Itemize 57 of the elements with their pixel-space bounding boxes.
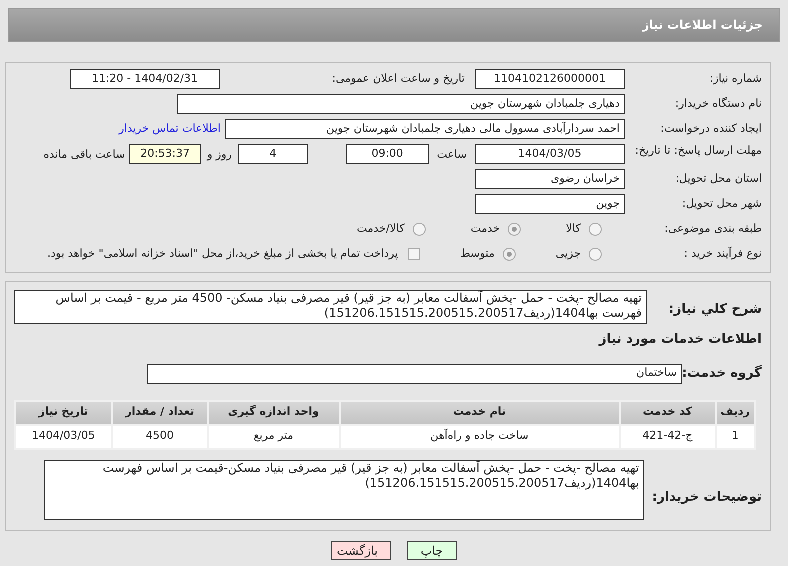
column-header: واحد اندازه گیری — [208, 400, 340, 424]
table-cell: 1 — [716, 424, 755, 448]
radio-button[interactable] — [589, 222, 602, 236]
text-field[interactable]: 4 — [238, 144, 308, 164]
section-title: اطلاعات خدمات مورد نیاز — [598, 331, 762, 349]
text-field[interactable]: 1104102126000001 — [475, 69, 625, 89]
field-label: گروه خدمت: — [682, 364, 762, 383]
table-cell: 4500 — [112, 424, 208, 448]
radio-label: کالا/خدمت — [357, 220, 405, 237]
field-label: ایجاد کننده درخواست: — [660, 120, 762, 137]
countdown-field[interactable]: 20:53:37 — [129, 144, 202, 164]
field-label: روز و — [207, 147, 232, 163]
notes-textarea[interactable]: تهیه مصالح -پخت - حمل -پخش آسفالت معابر (به جز قیر) قیر مصرفی بنیاد مسکن-قیمت بر اساس فهرست بها1404(ردیف151206.151515.200515.200517) — [44, 460, 644, 520]
column-header: نام خدمت — [340, 400, 620, 424]
back-button[interactable]: بازگشت — [331, 540, 391, 560]
text-field[interactable]: دهیاری جلمبادان شهرستان جوین — [177, 94, 625, 114]
field-label: نام دستگاه خریدار: — [674, 96, 762, 112]
text-field[interactable]: 1404/02/31 - 11:20 — [70, 69, 220, 89]
radio-label: خدمت — [470, 220, 500, 237]
radio-button[interactable] — [502, 248, 516, 260]
column-header: تعداد / مقدار — [112, 400, 208, 424]
text-field[interactable]: خراسان رضوی — [475, 169, 625, 189]
field-label: طبقه بندی موضوعی: — [664, 220, 762, 237]
field-label: ساعت — [437, 147, 467, 163]
radio-button[interactable] — [508, 222, 522, 236]
field-label: شهر محل تحویل: — [681, 196, 762, 212]
field-label: توضیحات خریدار: — [652, 488, 762, 506]
table-cell: ساخت جاده و راه‌آهن — [340, 424, 620, 448]
column-header: ردیف — [716, 400, 755, 424]
print-button[interactable]: چاپ — [407, 540, 457, 560]
field-label: ساعت باقی مانده — [44, 147, 126, 163]
field-label: نوع فرآیند خرید : — [683, 246, 762, 262]
radio-label: کالا — [566, 220, 581, 237]
field-label: استان محل تحویل: — [674, 170, 762, 187]
column-header: تاریخ نیاز — [15, 400, 112, 424]
radio-label: جزیی — [556, 246, 581, 262]
page-title: جزئیات اطلاعات نیاز — [642, 17, 763, 34]
checkbox-label: پرداخت تمام یا بخشی از مبلغ خرید،از محل "اسناد خزانه اسلامی" خواهد بود. — [48, 246, 398, 262]
radio-button[interactable] — [412, 222, 426, 236]
radio-button[interactable] — [589, 248, 602, 260]
column-header: کد خدمت — [620, 400, 716, 424]
checkbox[interactable] — [408, 248, 420, 260]
field-label: شماره نیاز: — [708, 70, 762, 87]
contact-link[interactable]: اطلاعات تماس خریدار — [119, 120, 221, 138]
table-cell: متر مربع — [208, 424, 340, 448]
text-field[interactable]: 1404/03/05 — [475, 144, 625, 164]
field-label: شرح کلي نياز: — [668, 301, 762, 319]
radio-label: متوسط — [460, 246, 495, 262]
summary-textarea[interactable]: تهیه مصالح -پخت - حمل -پخش آسفالت معابر (به جز قیر) قیر مصرفی بنیاد مسکن- 4500 متر مربع - قیمت بر اساس فهرست بها1404(ردیف151206.151515.200515.200517) — [14, 290, 647, 324]
text-field[interactable]: جوین — [475, 194, 625, 214]
text-field[interactable]: احمد سردارآبادی مسوول مالی دهیاری جلمبادان شهرستان جوین — [225, 119, 625, 139]
field-label: مهلت ارسال پاسخ: تا تاریخ: — [634, 144, 762, 158]
table-cell: 1404/03/05 — [15, 424, 112, 448]
field-label: تاریخ و ساعت اعلان عمومی: — [331, 70, 465, 87]
text-field[interactable]: 09:00 — [346, 144, 430, 164]
text-field[interactable]: ساختمان — [147, 364, 682, 384]
table-cell: ج-42-421 — [620, 424, 716, 448]
